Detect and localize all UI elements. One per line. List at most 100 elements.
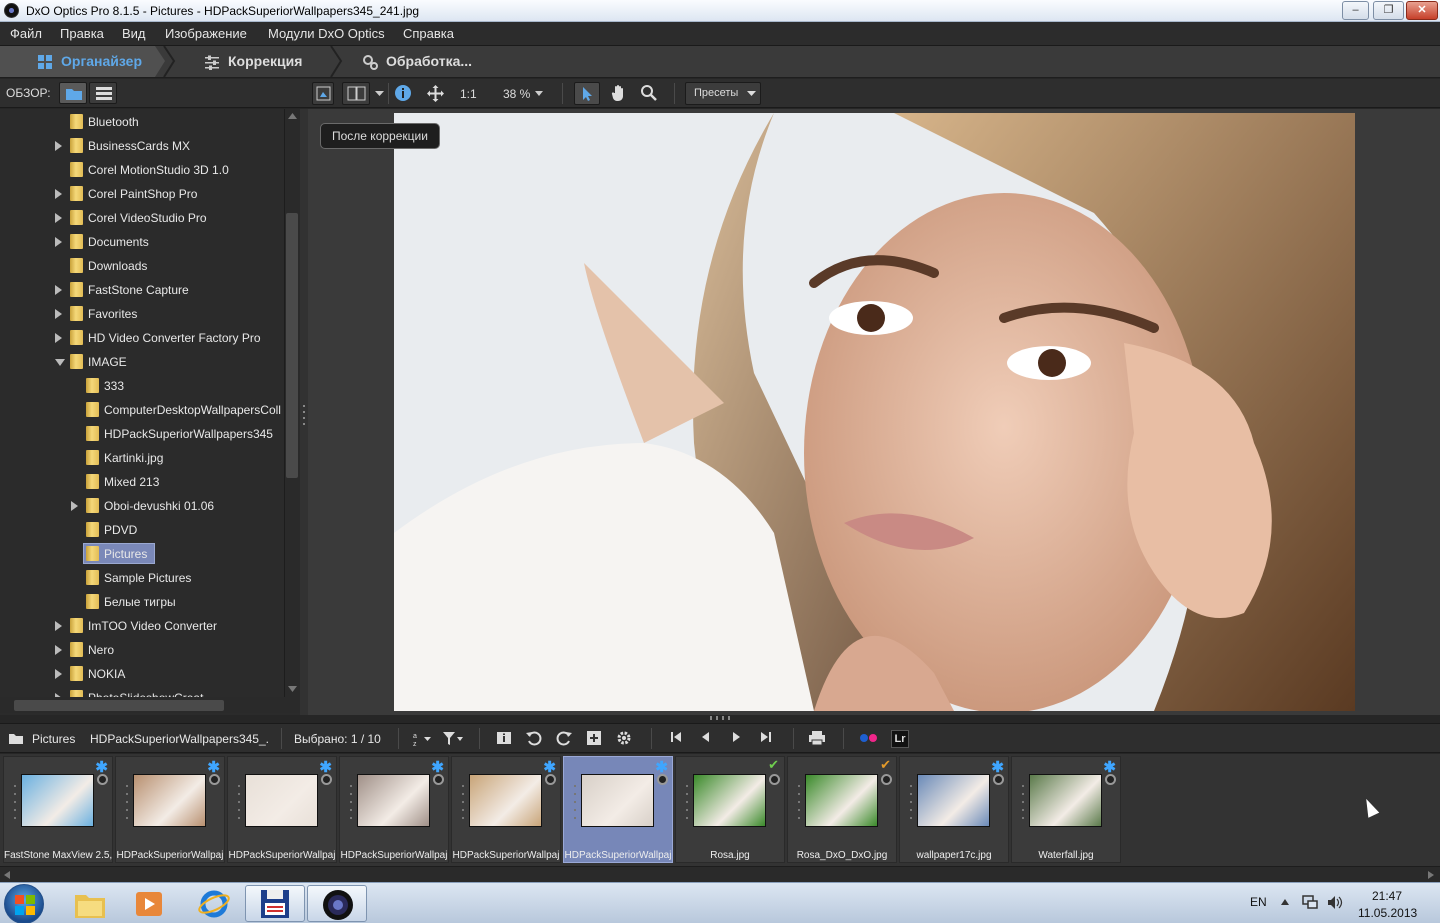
tree-hscroll-thumb[interactable]: [14, 700, 224, 711]
rating-circle-icon[interactable]: [545, 774, 556, 785]
add-image-button[interactable]: [585, 730, 603, 748]
expand-arrow-icon[interactable]: [55, 669, 62, 679]
sort-button[interactable]: az: [412, 730, 431, 748]
lightroom-export-button[interactable]: Lr: [891, 730, 909, 748]
scroll-left-icon[interactable]: [4, 871, 10, 879]
filmstrip-thumbnail[interactable]: ✱ HDPackSuperiorWallpaj: [339, 756, 449, 863]
menu-dxo-modules[interactable]: Модули DxO Optics: [268, 26, 385, 41]
menu-file[interactable]: Файл: [10, 26, 42, 41]
filmstrip-thumbnail[interactable]: ✱ Waterfall.jpg: [1011, 756, 1121, 863]
collapse-arrow-icon[interactable]: [55, 359, 65, 366]
zoom-level-select[interactable]: 38 %: [503, 87, 530, 110]
expand-arrow-icon[interactable]: [55, 621, 62, 631]
volume-icon[interactable]: [1327, 895, 1343, 910]
rating-circle-icon[interactable]: [881, 774, 892, 785]
filmstrip-thumbnail[interactable]: ✔ Rosa.jpg: [675, 756, 785, 863]
next-image-button[interactable]: [727, 730, 745, 748]
compare-dropdown[interactable]: [374, 82, 386, 105]
taskbar-explorer[interactable]: [60, 885, 120, 922]
rotate-left-button[interactable]: [525, 730, 543, 748]
start-button[interactable]: [4, 884, 44, 923]
rating-circle-icon[interactable]: [97, 774, 108, 785]
tab-processing[interactable]: Обработка...: [335, 46, 505, 77]
list-view-button[interactable]: [89, 82, 117, 104]
menu-edit[interactable]: Правка: [60, 26, 104, 41]
settings-button[interactable]: [615, 730, 633, 748]
tree-scroll-thumb[interactable]: [286, 213, 298, 478]
expand-arrow-icon[interactable]: [55, 309, 62, 319]
info-button[interactable]: [392, 82, 414, 105]
taskbar-internet-explorer[interactable]: [184, 885, 244, 922]
filmstrip-thumbnail[interactable]: ✱ FastStone MaxView 2.5,: [3, 756, 113, 863]
taskbar-media-player[interactable]: [120, 885, 180, 922]
menu-help[interactable]: Справка: [403, 26, 454, 41]
expand-arrow-icon[interactable]: [55, 285, 62, 295]
rating-circle-icon[interactable]: [657, 774, 668, 785]
filmstrip-thumbnail[interactable]: ✱ wallpaper17c.jpg: [899, 756, 1009, 863]
rotate-right-button[interactable]: [555, 730, 573, 748]
zoom-tool-button[interactable]: [638, 82, 660, 105]
tab-correction[interactable]: Коррекция: [168, 46, 336, 77]
splitter-grip[interactable]: [303, 405, 305, 427]
network-icon[interactable]: [1302, 895, 1318, 910]
rating-circle-icon[interactable]: [769, 774, 780, 785]
thumbnail-caption: HDPackSuperiorWallpaj: [116, 850, 224, 861]
scroll-down-icon[interactable]: [288, 686, 297, 692]
expand-arrow-icon[interactable]: [55, 333, 62, 343]
maximize-button[interactable]: ❐: [1373, 1, 1404, 20]
compare-view-button[interactable]: [342, 82, 370, 105]
rating-circle-icon[interactable]: [1105, 774, 1116, 785]
select-tool-button[interactable]: [574, 82, 600, 105]
first-image-button[interactable]: [667, 730, 685, 748]
folder-icon: [86, 546, 99, 561]
expand-arrow-icon[interactable]: [55, 645, 62, 655]
filmstrip-thumbnail[interactable]: ✱ HDPackSuperiorWallpaj: [451, 756, 561, 863]
filmstrip-thumbnail[interactable]: ✱ HDPackSuperiorWallpaj: [227, 756, 337, 863]
thumbnail-grip: [798, 785, 800, 825]
main-photo[interactable]: [394, 113, 1355, 711]
expand-arrow-icon[interactable]: [55, 141, 62, 151]
clock-time[interactable]: 21:47: [1372, 889, 1402, 903]
image-info-button[interactable]: [495, 730, 513, 748]
minimize-button[interactable]: –: [1342, 1, 1369, 20]
rating-circle-icon[interactable]: [321, 774, 332, 785]
expand-arrow-icon[interactable]: [55, 213, 62, 223]
expand-arrow-icon[interactable]: [55, 189, 62, 199]
language-indicator[interactable]: EN: [1250, 895, 1267, 909]
single-view-button[interactable]: [312, 82, 334, 105]
rating-circle-icon[interactable]: [433, 774, 444, 785]
taskbar-dxo-optics[interactable]: [307, 885, 367, 922]
filmstrip-thumbnail[interactable]: ✔ Rosa_DxO_DxO.jpg: [787, 756, 897, 863]
current-folder[interactable]: Pictures: [32, 732, 75, 746]
flickr-export-button[interactable]: [859, 730, 877, 748]
menu-image[interactable]: Изображение: [165, 26, 247, 41]
menu-view[interactable]: Вид: [122, 26, 146, 41]
last-image-button[interactable]: [757, 730, 775, 748]
tab-organizer[interactable]: Органайзер: [0, 46, 165, 77]
viewer-resize-grip[interactable]: [710, 716, 730, 720]
rating-circle-icon[interactable]: [993, 774, 1004, 785]
show-hidden-icons-icon[interactable]: [1281, 899, 1289, 905]
hand-tool-button[interactable]: [608, 82, 630, 105]
panel-splitter[interactable]: [300, 109, 308, 715]
filmstrip-thumbnail[interactable]: ✱ HDPackSuperiorWallpaj: [563, 756, 673, 863]
dxo-app-icon[interactable]: [4, 3, 19, 18]
previous-image-button[interactable]: [697, 730, 715, 748]
taskbar-save-app[interactable]: [245, 885, 305, 922]
rating-circle-icon[interactable]: [209, 774, 220, 785]
filter-button[interactable]: [442, 730, 463, 748]
scroll-right-icon[interactable]: [1428, 871, 1434, 879]
folder-view-button[interactable]: [59, 82, 87, 104]
close-button[interactable]: ✕: [1406, 1, 1438, 20]
tree-item-label: Documents: [88, 235, 149, 249]
presets-dropdown[interactable]: Пресеты: [685, 82, 761, 105]
zoom-1to1-button[interactable]: 1:1: [460, 87, 477, 110]
filmstrip-thumbnail[interactable]: ✱ HDPackSuperiorWallpaj: [115, 756, 225, 863]
expand-arrow-icon[interactable]: [71, 501, 78, 511]
filmstrip-scrollbar[interactable]: [0, 866, 1440, 882]
scroll-up-icon[interactable]: [288, 113, 297, 119]
fit-button[interactable]: [424, 82, 446, 105]
expand-arrow-icon[interactable]: [55, 237, 62, 247]
clock-date[interactable]: 11.05.2013: [1358, 906, 1417, 920]
print-button[interactable]: [808, 730, 826, 748]
